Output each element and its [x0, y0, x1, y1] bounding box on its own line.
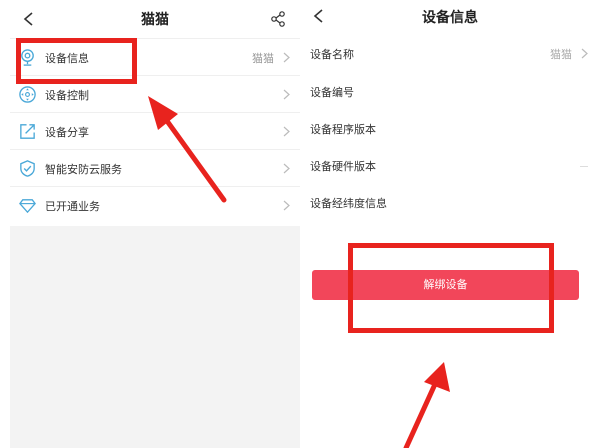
info-label: 设备编号	[310, 86, 354, 99]
chevron-right-icon	[283, 89, 290, 100]
info-row-location: 设备经纬度信息	[310, 191, 590, 215]
info-row-device-name[interactable]: 设备名称 猫猫	[310, 42, 590, 66]
device-name-value: 猫猫	[550, 48, 572, 61]
highlight-box-unbind	[348, 243, 554, 333]
info-label: 设备程序版本	[310, 123, 376, 136]
nav-bar: 设备信息	[300, 0, 600, 38]
empty-value-dash	[580, 166, 588, 167]
page-title: 猫猫	[141, 12, 169, 28]
chevron-right-icon	[581, 48, 588, 59]
diamond-icon	[19, 199, 36, 214]
nav-bar: 猫猫	[10, 0, 300, 38]
control-dpad-icon	[19, 86, 36, 103]
info-label: 设备经纬度信息	[310, 197, 387, 210]
page-title: 设备信息	[422, 10, 478, 26]
info-row-firmware-version: 设备程序版本	[310, 117, 590, 141]
list-item-label: 设备控制	[45, 89, 89, 102]
device-name-value: 猫猫	[252, 52, 274, 65]
chevron-right-icon	[283, 200, 290, 211]
shield-check-icon	[20, 160, 35, 177]
share-out-icon	[20, 124, 35, 139]
info-row-device-number: 设备编号	[310, 80, 590, 104]
chevron-right-icon	[283, 163, 290, 174]
chevron-right-icon	[283, 126, 290, 137]
info-label: 设备名称	[310, 48, 354, 61]
share-icon[interactable]	[270, 11, 286, 27]
empty-background	[10, 226, 300, 448]
info-row-hardware-version: 设备硬件版本	[310, 154, 590, 178]
info-label: 设备硬件版本	[310, 160, 376, 173]
highlight-box-device-info	[16, 38, 137, 84]
list-item-label: 智能安防云服务	[45, 163, 122, 176]
list-item-label: 设备分享	[45, 126, 89, 139]
annotation-arrow	[148, 96, 227, 203]
chevron-right-icon	[283, 52, 290, 63]
annotation-arrow	[403, 362, 450, 448]
list-item-label: 已开通业务	[45, 200, 100, 213]
